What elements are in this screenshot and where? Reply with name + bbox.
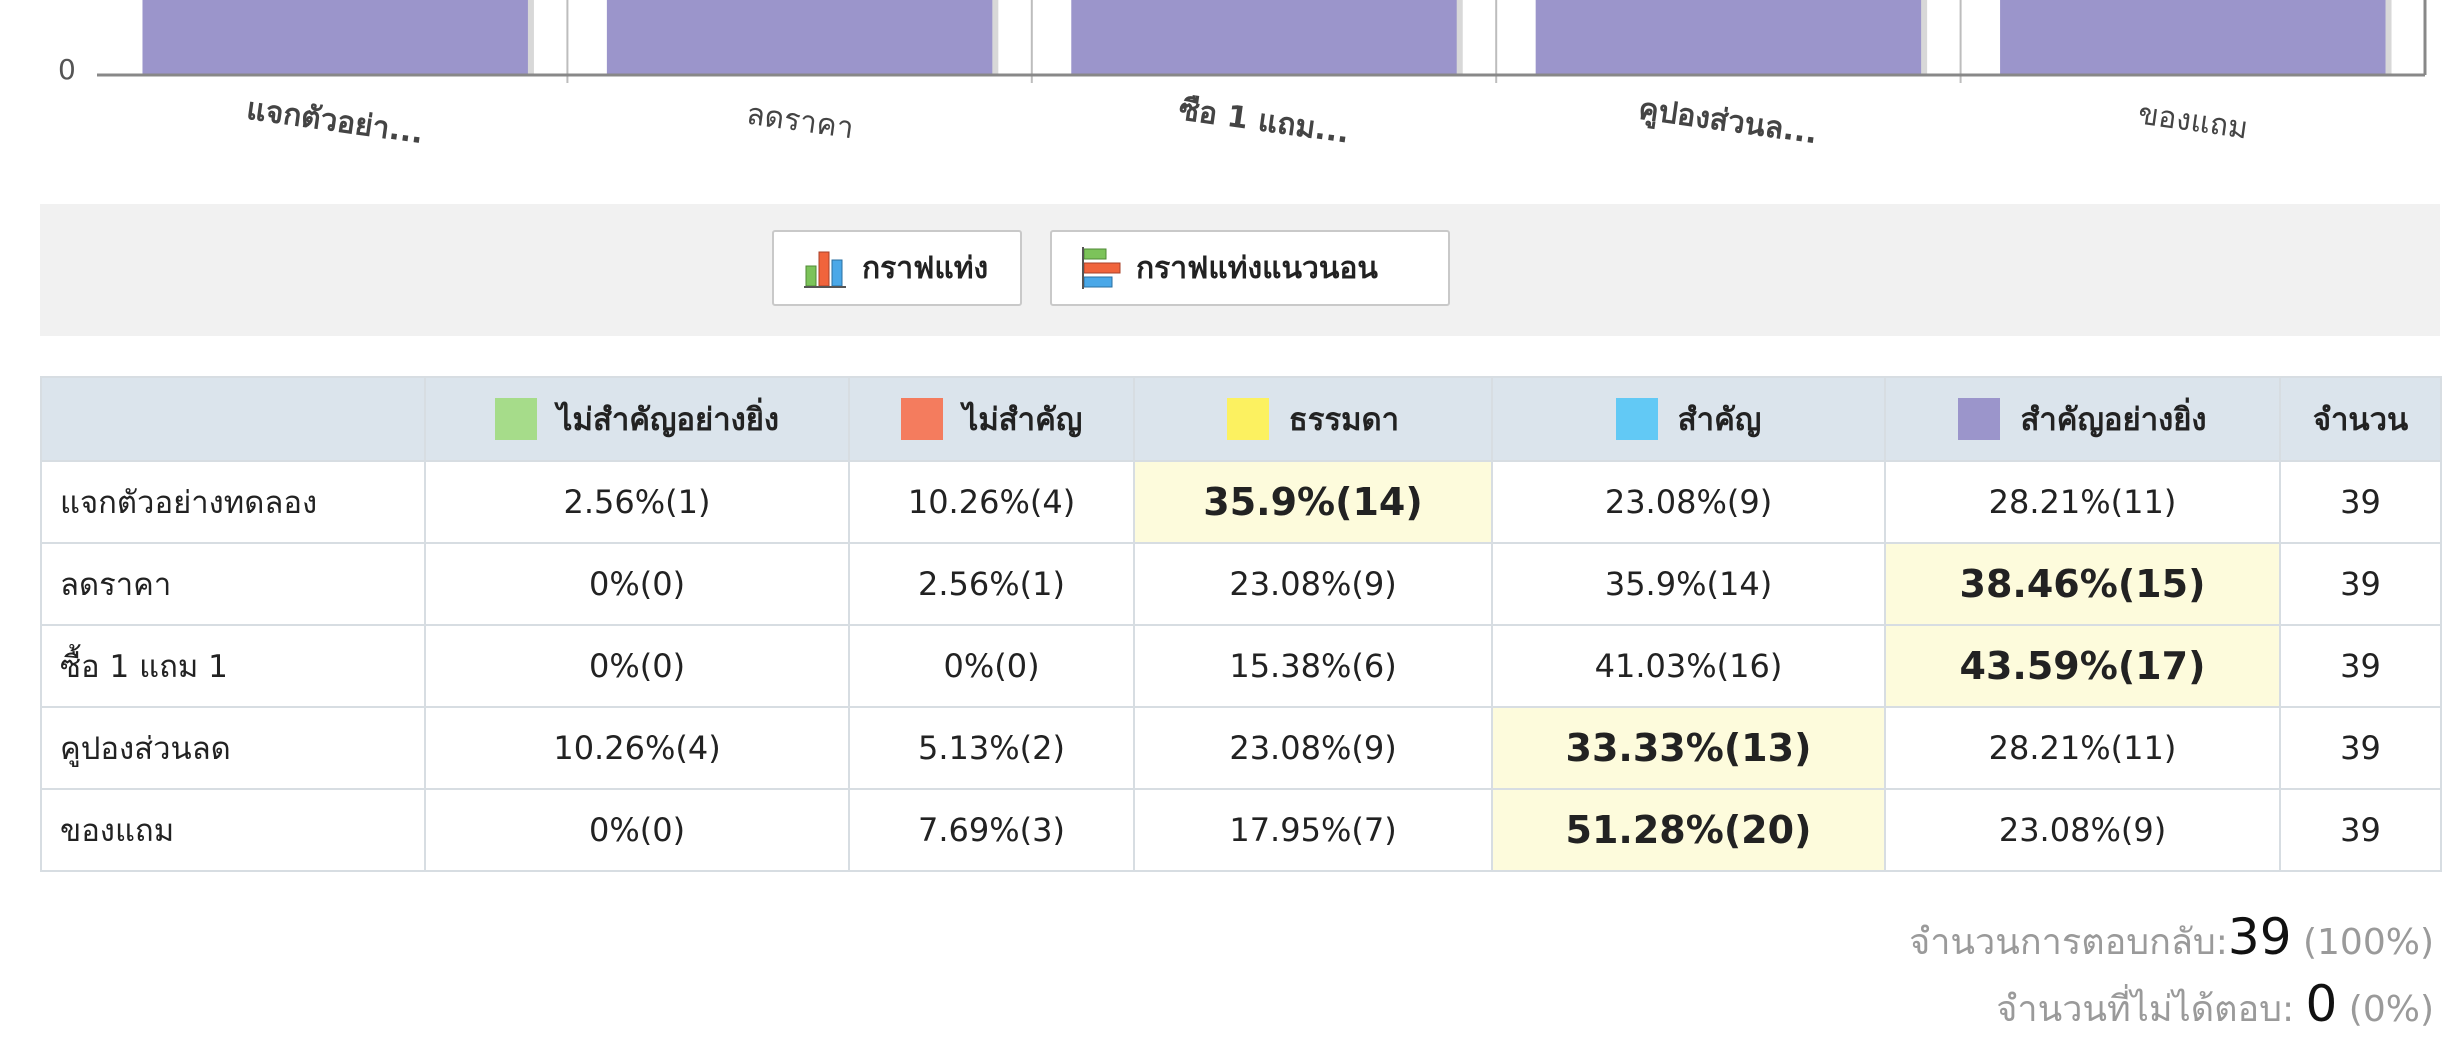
table-cell: 0%(0)	[424, 624, 850, 708]
table-header-label: ไม่สำคัญอย่างยิ่ง	[556, 402, 780, 438]
responses-percent: (100%)	[2302, 922, 2434, 963]
bar	[142, 0, 528, 75]
table-row: ลดราคา 0%(0) 2.56%(1) 23.08%(9) 35.9%(14) 38.…	[40, 542, 2442, 626]
table-header-row: ไม่สำคัญอย่างยิ่ง ไม่สำคัญ ธรรมดา สำคัญ …	[40, 376, 2442, 462]
bar	[1071, 0, 1457, 75]
table-cell: 2.56%(1)	[424, 460, 850, 544]
row-label: คูปองส่วนลด	[40, 706, 426, 790]
row-count: 39	[2279, 706, 2442, 790]
legend-swatch	[1615, 398, 1658, 440]
table-header-label: สำคัญอย่างยิ่ง	[2020, 402, 2207, 438]
skipped-summary: จำนวนที่ไม่ได้ตอบ: 0 (0%)	[1996, 975, 2434, 1037]
row-count: 39	[2279, 460, 2442, 544]
bar-chart-button-label: กราฟแท่ง	[862, 250, 989, 286]
chart-type-toolbar: กราฟแท่ง กราฟแท่งแนวนอน	[40, 204, 2440, 336]
table-header-cell: สำคัญ	[1491, 376, 1886, 462]
table-cell: 35.9%(14)	[1133, 460, 1493, 544]
row-label: ของแถม	[40, 788, 426, 872]
legend-swatch	[900, 398, 943, 440]
table-cell: 28.21%(11)	[1884, 706, 2281, 790]
table-header-label: ธรรมดา	[1288, 402, 1400, 438]
row-label: ซื้อ 1 แถม 1	[40, 624, 426, 708]
table-cell: 17.95%(7)	[1133, 788, 1493, 872]
legend-swatch	[1226, 398, 1269, 440]
bar	[606, 0, 993, 75]
table-header-cell: ไม่สำคัญ	[848, 376, 1135, 462]
bar	[2000, 0, 2386, 75]
table-cell: 28.21%(11)	[1884, 460, 2281, 544]
table-cell: 15.38%(6)	[1133, 624, 1493, 708]
table-row: คูปองส่วนลด 10.26%(4) 5.13%(2) 23.08%(9) 33.…	[40, 706, 2442, 790]
table-cell: 2.56%(1)	[848, 542, 1135, 626]
horizontal-bar-chart-button-label: กราฟแท่งแนวนอน	[1136, 250, 1378, 286]
table-cell: 51.28%(20)	[1491, 788, 1886, 872]
responses-summary: จำนวนการตอบกลับ:39 (100%)	[1909, 908, 2434, 970]
table-header-cell: ธรรมดา	[1133, 376, 1493, 462]
table-cell: 38.46%(15)	[1884, 542, 2281, 626]
table-row: แจกตัวอย่างทดลอง 2.56%(1) 10.26%(4) 35.9%(1…	[40, 460, 2442, 544]
responses-label: จำนวนการตอบกลับ:	[1909, 922, 2228, 963]
table-cell: 0%(0)	[424, 542, 850, 626]
bar-chart-button[interactable]: กราฟแท่ง	[772, 230, 1022, 306]
table-header-label: ไม่สำคัญ	[962, 402, 1083, 438]
table-header-label: สำคัญ	[1677, 402, 1762, 438]
table-row: ของแถม 0%(0) 7.69%(3) 17.95%(7) 51.28%(20) 23…	[40, 788, 2442, 872]
row-label: ลดราคา	[40, 542, 426, 626]
count-header: จำนวน	[2279, 376, 2442, 462]
table-cell: 23.08%(9)	[1133, 542, 1493, 626]
bar	[1535, 0, 1922, 75]
horizontal-bar-chart-button[interactable]: กราฟแท่งแนวนอน	[1050, 230, 1450, 306]
table-cell: 33.33%(13)	[1491, 706, 1886, 790]
table-row: ซื้อ 1 แถม 1 0%(0) 0%(0) 15.38%(6) 41.03%(16…	[40, 624, 2442, 708]
table-cell: 5.13%(2)	[848, 706, 1135, 790]
table-cell: 0%(0)	[424, 788, 850, 872]
table-cell: 43.59%(17)	[1884, 624, 2281, 708]
table-cell: 10.26%(4)	[424, 706, 850, 790]
table-header-cell: สำคัญอย่างยิ่ง	[1884, 376, 2281, 462]
row-count: 39	[2279, 542, 2442, 626]
table-cell: 7.69%(3)	[848, 788, 1135, 872]
y-axis-zero-label: 0	[58, 53, 76, 86]
table-cell: 23.08%(9)	[1133, 706, 1493, 790]
row-count: 39	[2279, 624, 2442, 708]
table-cell: 0%(0)	[848, 624, 1135, 708]
bar-chart: 0 แจกตัวอย่า... ลดราคา ซือ 1 แถม... คูปองส่…	[0, 0, 2452, 180]
row-count: 39	[2279, 788, 2442, 872]
table-header-corner	[40, 376, 426, 462]
row-label: แจกตัวอย่างทดลอง	[40, 460, 426, 544]
table-header-cell: ไม่สำคัญอย่างยิ่ง	[424, 376, 850, 462]
responses-value: 39	[2227, 908, 2292, 966]
table-cell: 10.26%(4)	[848, 460, 1135, 544]
results-table: ไม่สำคัญอย่างยิ่ง ไม่สำคัญ ธรรมดา สำคัญ …	[40, 376, 2442, 872]
table-cell: 23.08%(9)	[1884, 788, 2281, 872]
skipped-label: จำนวนที่ไม่ได้ตอบ:	[1996, 989, 2295, 1030]
table-cell: 23.08%(9)	[1491, 460, 1886, 544]
legend-swatch	[494, 398, 537, 440]
horizontal-bar-chart-icon	[1082, 247, 1121, 289]
table-cell: 35.9%(14)	[1491, 542, 1886, 626]
skipped-percent: (0%)	[2348, 989, 2434, 1030]
bar-chart-icon	[804, 251, 846, 288]
skipped-value: 0	[2305, 975, 2338, 1033]
legend-swatch	[1958, 398, 2001, 440]
table-cell: 41.03%(16)	[1491, 624, 1886, 708]
